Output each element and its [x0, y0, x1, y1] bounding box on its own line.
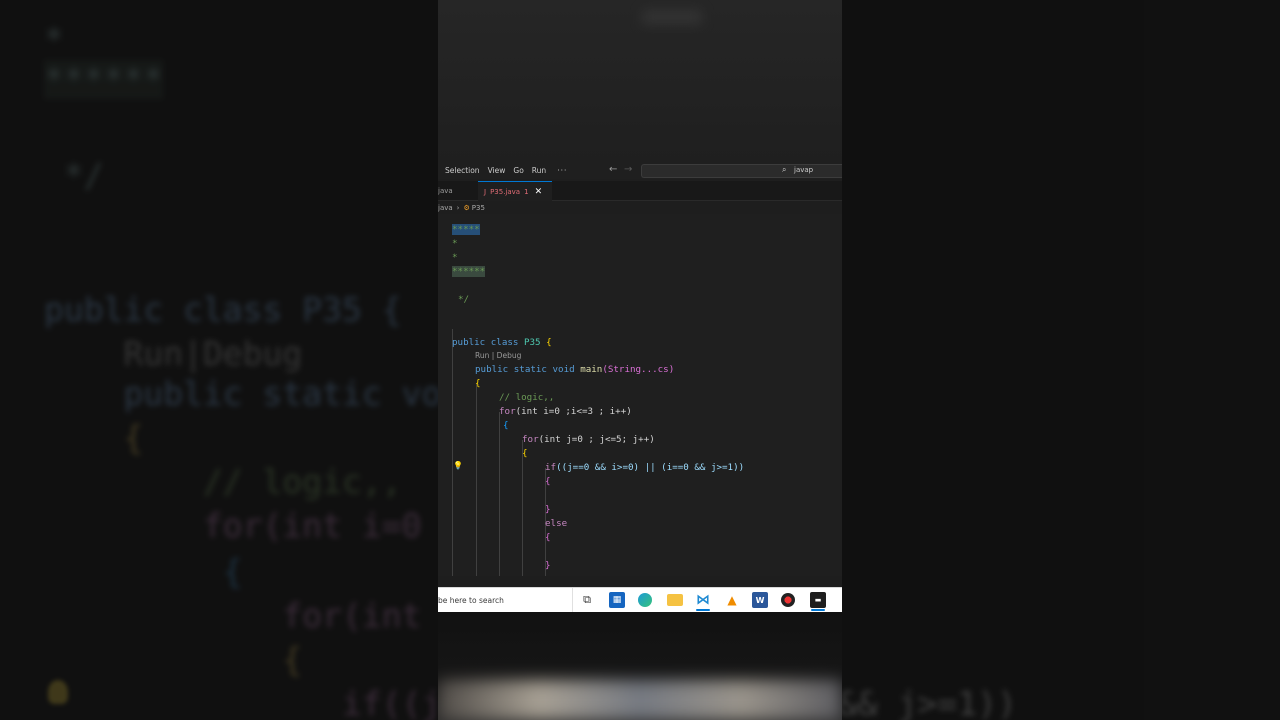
for-i-expr: (int i=0 ;i<=3 ; i++): [515, 406, 632, 417]
chrome-icon[interactable]: [781, 593, 795, 607]
comment-star-line: ******: [452, 266, 486, 277]
brace-line: }: [545, 560, 551, 571]
indent-guide: [476, 384, 477, 576]
brace-line: {: [522, 448, 528, 459]
function-name: main: [580, 364, 603, 375]
video-frame: Selection View Go Run ··· ← → ⌕ javap ja…: [438, 0, 842, 720]
editor-tabs: java J P35.java 1 ✕: [438, 181, 842, 201]
class-declaration-line: public class P35 {: [452, 337, 552, 348]
brace-line: {: [503, 420, 509, 431]
comment-star-line: *: [452, 238, 458, 249]
brace-line: {: [475, 378, 481, 389]
windows-taskbar: be here to search ⧉ ▦ ⋈ ▲ W ▬: [438, 587, 842, 612]
brace-line: {: [545, 476, 551, 487]
command-center-search[interactable]: ⌕ javap: [641, 164, 842, 178]
class-name: P35: [523, 337, 541, 348]
keyword: public: [475, 364, 509, 375]
menu-item-selection[interactable]: Selection: [445, 166, 480, 175]
menu-bar: Selection View Go Run ··· ← → ⌕ javap: [438, 162, 842, 179]
active-app-indicator: [696, 609, 710, 611]
main-method-line: public static void main(String...cs): [475, 364, 674, 375]
keyword: for: [499, 406, 516, 417]
brace-line: }: [545, 504, 551, 515]
keyword: for: [522, 434, 539, 445]
brace-line: {: [545, 532, 551, 543]
close-icon[interactable]: ✕: [535, 187, 543, 197]
code-editor[interactable]: ***** * * ****** */ public class P35 { R…: [438, 214, 842, 576]
frame-top-blur: [642, 10, 702, 24]
keyword: class: [490, 337, 519, 348]
comment-end-line: */: [458, 294, 470, 305]
vscode-icon[interactable]: ⋈: [695, 592, 711, 608]
indent-guide: [452, 329, 453, 576]
tab-java[interactable]: java: [438, 181, 478, 200]
for-i-line: for(int i=0 ;i<=3 ; i++): [499, 406, 632, 417]
breadcrumb-file[interactable]: java: [438, 204, 453, 212]
more-menu-button[interactable]: ···: [557, 166, 567, 175]
keyword: public: [452, 337, 486, 348]
indent-guide: [499, 412, 500, 576]
indent-guide: [522, 440, 523, 576]
frame-top-dark: [438, 0, 842, 162]
vlc-icon[interactable]: ▲: [724, 592, 740, 608]
comment-star-line: *: [452, 252, 458, 263]
frame-bottom-area: [438, 612, 842, 720]
taskbar-search-box[interactable]: be here to search: [438, 588, 573, 612]
terminal-icon[interactable]: ▬: [810, 592, 826, 608]
tab-p35-java[interactable]: J P35.java 1 ✕: [478, 181, 552, 201]
word-icon[interactable]: W: [752, 592, 768, 608]
comment-star-line: *****: [452, 224, 480, 235]
highlighted-text: ******: [452, 266, 486, 277]
search-icon: ⌕: [782, 165, 787, 174]
brace: {: [546, 337, 552, 348]
tab-label: java: [438, 186, 453, 195]
if-line: if((j==0 && i>=0) || (i==0 && j>=1)): [545, 462, 744, 473]
menu-item-view[interactable]: View: [488, 166, 506, 175]
breadcrumb-separator: ›: [456, 204, 460, 212]
for-j-expr: (int j=0 ; j<=5; j++): [538, 434, 655, 445]
lightbulb-icon[interactable]: 💡: [453, 461, 463, 470]
active-app-indicator: [811, 609, 825, 611]
blurred-taskbar-reflection: [438, 680, 842, 720]
command-center-text: javap: [794, 166, 814, 174]
file-explorer-icon[interactable]: [667, 594, 683, 606]
back-arrow-icon[interactable]: ←: [609, 164, 617, 175]
keyword: if: [545, 462, 557, 473]
taskbar-search-placeholder: be here to search: [438, 595, 504, 605]
params: (String...cs): [602, 364, 675, 375]
edge-icon[interactable]: [638, 593, 652, 607]
task-view-icon[interactable]: ⧉: [579, 592, 595, 608]
breadcrumb-symbol[interactable]: P35: [472, 204, 485, 212]
store-icon[interactable]: ▦: [609, 592, 625, 608]
keyword: void: [552, 364, 575, 375]
java-file-icon: J: [484, 187, 487, 196]
keyword: static: [513, 364, 547, 375]
menu-item-go[interactable]: Go: [513, 166, 523, 175]
forward-arrow-icon[interactable]: →: [624, 164, 632, 175]
codelens-run-debug[interactable]: Run | Debug: [475, 351, 521, 360]
tab-label: P35.java: [490, 187, 521, 196]
for-j-line: for(int j=0 ; j<=5; j++): [522, 434, 655, 445]
if-condition: ((j==0 && i>=0) || (i==0 && j>=1)): [556, 462, 745, 473]
class-icon: ⚙: [463, 204, 470, 212]
menu-item-run[interactable]: Run: [532, 166, 546, 175]
else-line: else: [545, 518, 568, 529]
problem-count-badge: 1: [524, 187, 529, 196]
breadcrumb: java › ⚙ P35: [438, 202, 842, 214]
selected-text: *****: [452, 224, 480, 235]
comment-line: // logic,,: [499, 392, 555, 403]
